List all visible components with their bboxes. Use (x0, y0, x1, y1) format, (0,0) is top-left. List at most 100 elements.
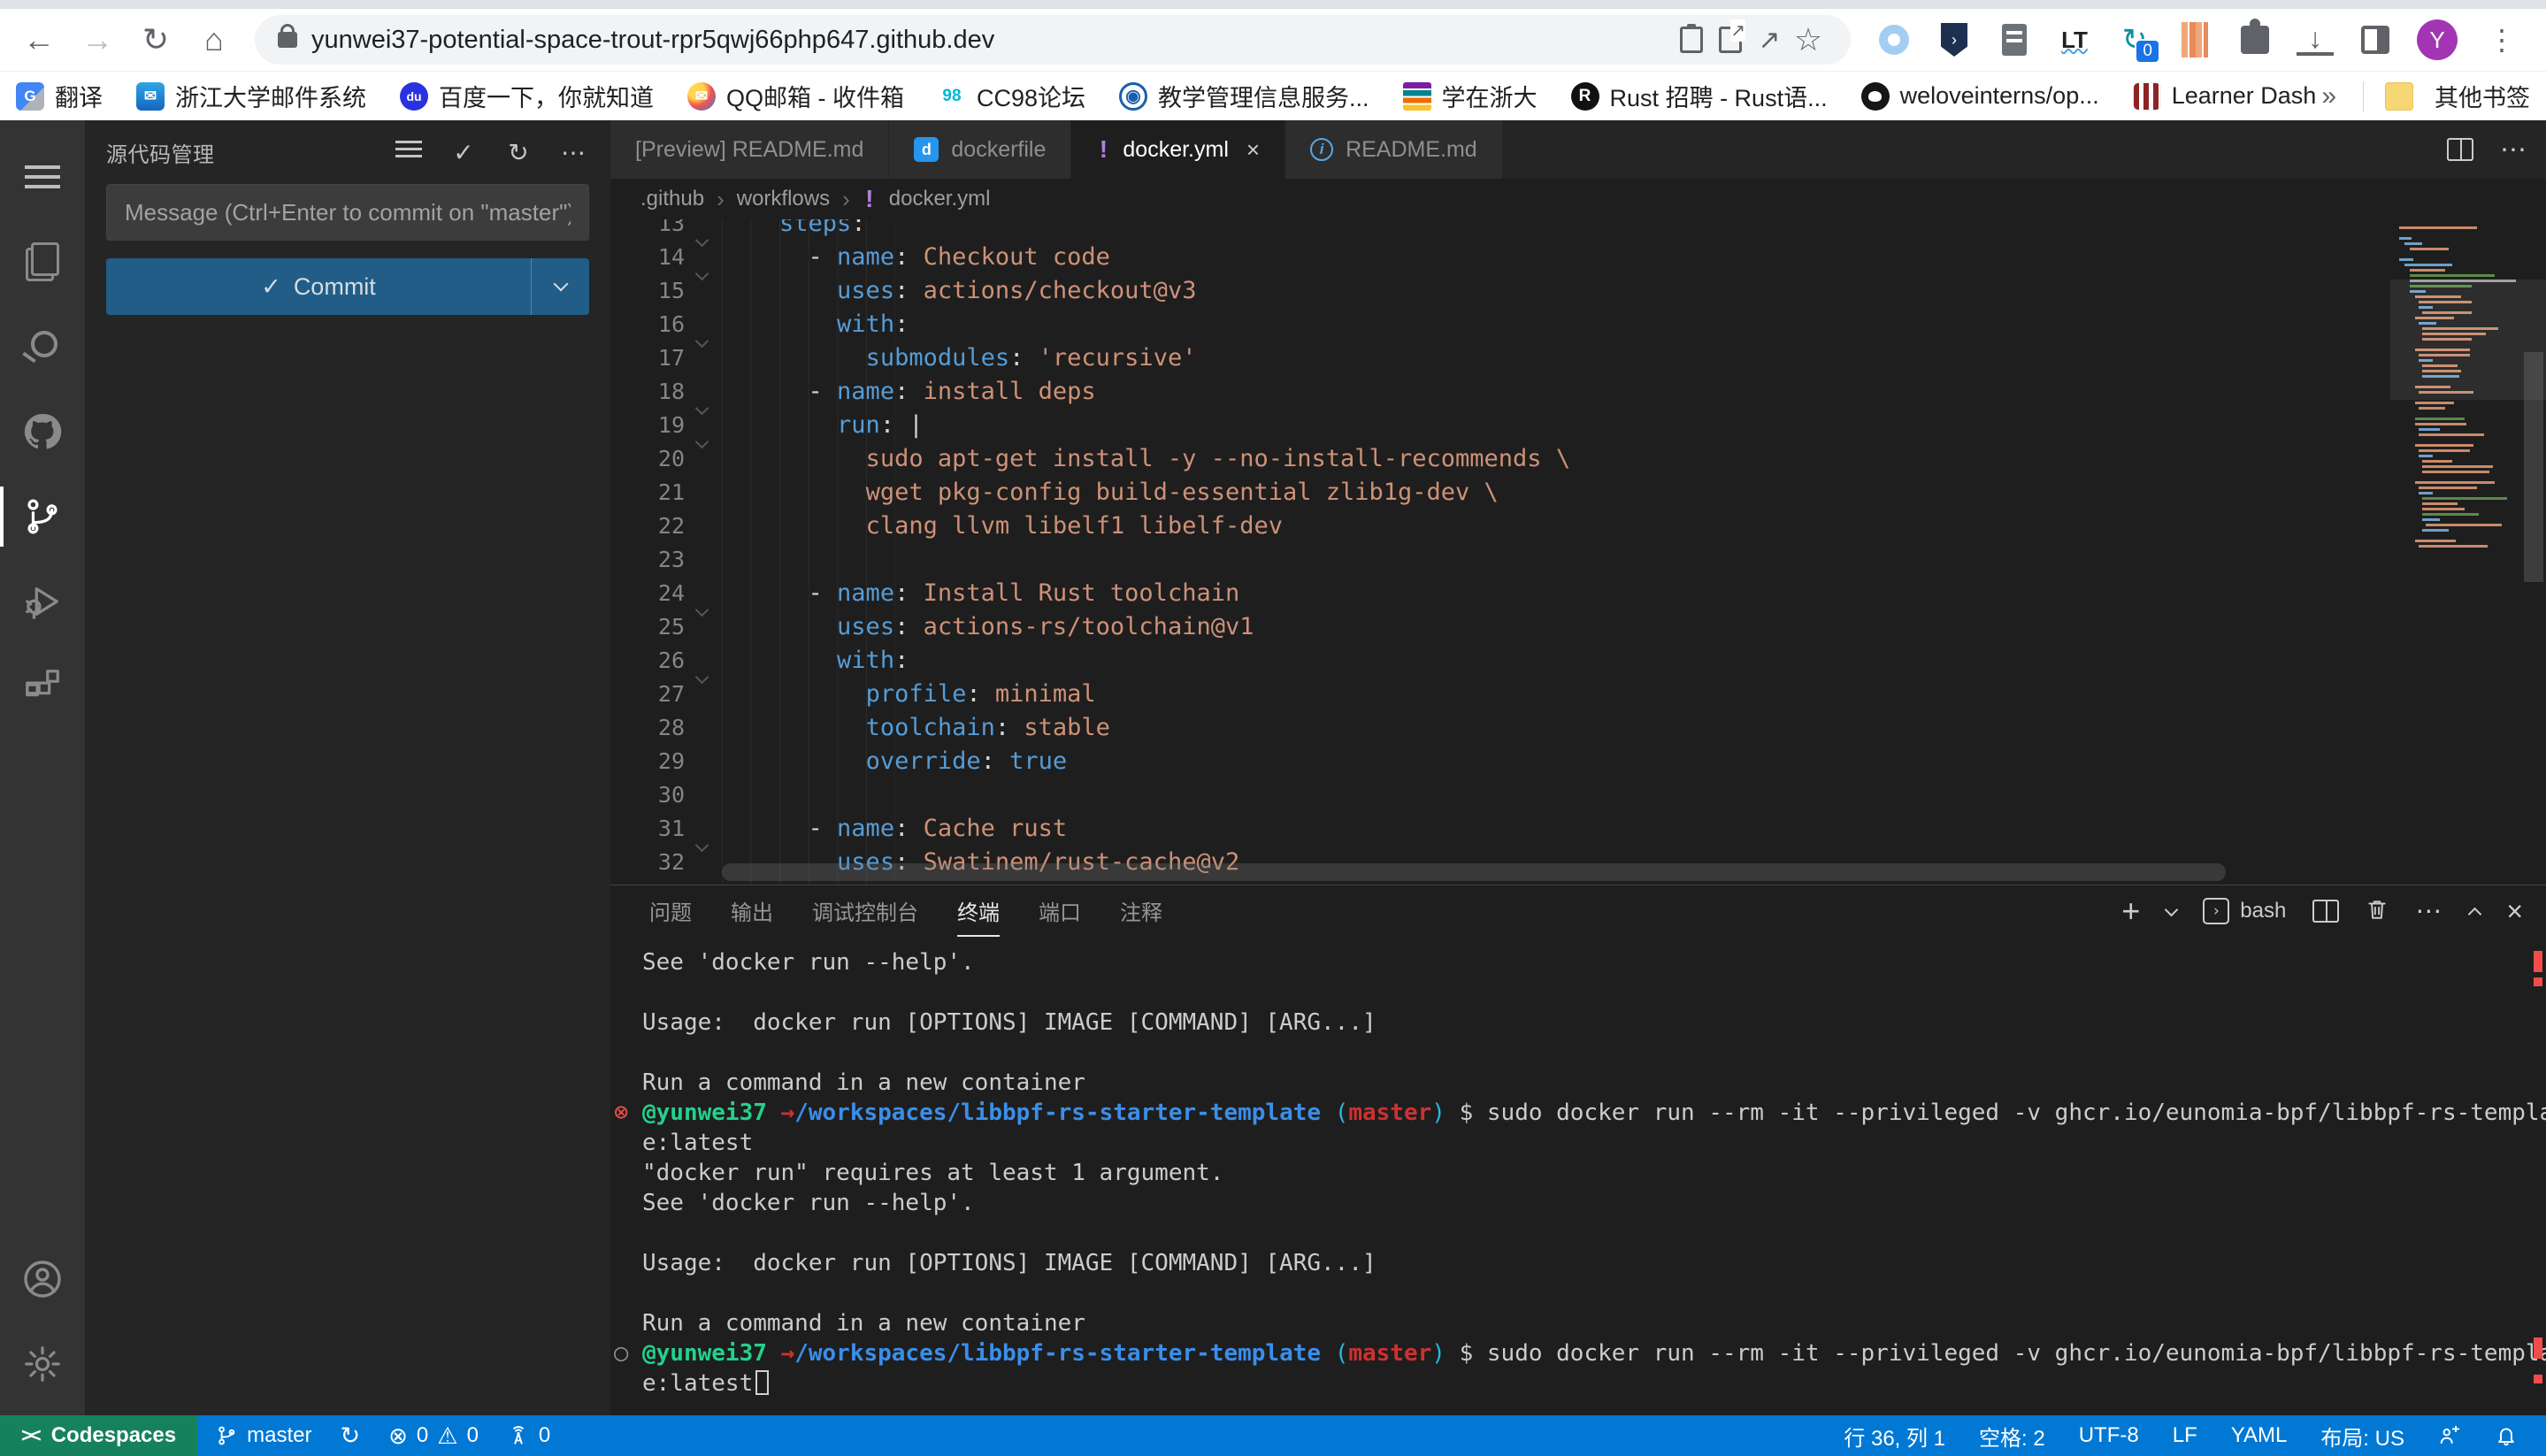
tab-dockerfile[interactable]: dockerfile (889, 120, 1071, 179)
editor-vertical-scrollbar[interactable] (2519, 219, 2546, 885)
commit-button[interactable]: ✓ Commit (106, 258, 589, 315)
remote-indicator[interactable]: >< Codespaces (0, 1415, 197, 1456)
new-terminal-icon[interactable]: + (2121, 893, 2140, 930)
cursor-position[interactable]: 行 36, 列 1 (1831, 1415, 1958, 1456)
profile-avatar[interactable]: Y (2417, 19, 2458, 60)
bookmark-item[interactable]: 教学管理信息服务... (1119, 79, 1369, 113)
tab-preview-readme-md[interactable]: [Preview] README.md (610, 120, 889, 179)
terminal-instance-bash[interactable]: › bash (2203, 898, 2286, 924)
panel-more-actions-icon[interactable]: ⋯ (2415, 896, 2443, 927)
encoding[interactable]: UTF-8 (2067, 1415, 2151, 1456)
panel-tab-4[interactable]: 端口 (1039, 885, 1081, 937)
breadcrumb-item[interactable]: docker.yml (889, 187, 991, 211)
bookmark-label: 翻译 (55, 79, 103, 113)
clipboard-icon[interactable] (1672, 20, 1711, 59)
notifications-bell-icon[interactable] (2482, 1415, 2530, 1456)
keyboard-layout[interactable]: 布局: US (2308, 1415, 2417, 1456)
extension-ring-icon[interactable] (1875, 21, 1913, 58)
lock-icon[interactable] (278, 32, 297, 48)
bookmark-item[interactable]: 百度一下，你就知道 (400, 79, 654, 113)
commit-check-icon[interactable]: ✓ (448, 138, 479, 167)
source-control-sidebar: 源代码管理 ✓ ↻ ⋯ ✓ Commit (85, 120, 610, 1415)
source-control-icon[interactable] (0, 474, 85, 559)
code-editor[interactable]: 13 steps:14 - name: Checkout code15 uses… (610, 219, 2546, 885)
bookmark-star-icon[interactable]: ☆ (1789, 20, 1828, 59)
kill-terminal-icon[interactable] (2366, 898, 2389, 925)
forward-icon[interactable]: → (73, 15, 122, 65)
other-bookmarks-label[interactable]: 其他书签 (2435, 79, 2530, 113)
extensions-icon[interactable] (0, 644, 85, 729)
github-icon[interactable] (0, 389, 85, 474)
breadcrumb-item[interactable]: .github (640, 187, 704, 211)
panel-tab-2[interactable]: 调试控制台 (812, 885, 918, 937)
ports-icon (507, 1424, 530, 1447)
bookmark-label: QQ邮箱 - 收件箱 (726, 79, 904, 113)
commit-dropdown-button[interactable] (531, 258, 589, 315)
extension-pencils-icon[interactable] (2176, 21, 2213, 58)
panel-tab-1[interactable]: 输出 (731, 885, 773, 937)
terminal-line: See 'docker run --help'. (642, 1188, 2546, 1218)
feedback-icon[interactable] (2426, 1415, 2473, 1456)
menu-icon[interactable] (0, 134, 85, 219)
extension-sync-icon[interactable]: ↻0 (2116, 21, 2153, 58)
bookmark-item[interactable]: 学在浙大 (1403, 79, 1538, 113)
baidu-icon (400, 82, 428, 111)
extension-notes-icon[interactable] (1996, 21, 2033, 58)
downloads-icon[interactable]: ↓ (2297, 24, 2334, 56)
tab-readme-md[interactable]: README.md (1285, 120, 1503, 179)
editor-horizontal-scrollbar[interactable] (722, 863, 2226, 881)
panel-tab-5[interactable]: 注释 (1120, 885, 1162, 937)
bookmark-item[interactable]: 浙江大学邮件系统 (136, 79, 366, 113)
extensions-puzzle-icon[interactable] (2236, 21, 2274, 58)
status-bar: >< Codespaces master ↻ ⊗ 0 ⚠ 0 (0, 1415, 2546, 1456)
code-line: 20 sudo apt-get install -y --no-install-… (610, 442, 2369, 476)
panel-tab-3[interactable]: 终端 (957, 885, 1000, 937)
close-panel-icon[interactable]: × (2506, 895, 2523, 928)
split-terminal-icon[interactable] (2312, 900, 2339, 923)
problems-status[interactable]: ⊗ 0 ⚠ 0 (376, 1415, 491, 1456)
reload-icon[interactable]: ↻ (131, 15, 180, 65)
refresh-icon[interactable]: ↻ (502, 138, 534, 167)
language-mode[interactable]: YAML (2219, 1415, 2300, 1456)
address-bar[interactable]: yunwei37-potential-space-trout-rpr5qwj66… (255, 15, 1851, 65)
bookmark-item[interactable]: weloveinterns/op... (1861, 82, 2099, 111)
bookmark-item[interactable]: CC98论坛 (938, 79, 1085, 113)
bookmarks-overflow-icon[interactable]: » (2316, 81, 2342, 111)
bookmark-item[interactable]: 翻译 (16, 79, 103, 113)
extension-languagetool-icon[interactable]: LT (2056, 21, 2093, 58)
branch-status[interactable]: master (203, 1415, 324, 1456)
commit-message-input[interactable] (106, 184, 589, 241)
explorer-icon[interactable] (0, 219, 85, 304)
share-icon[interactable]: ↗ (1750, 20, 1789, 59)
sync-status[interactable]: ↻ (327, 1415, 372, 1456)
minimap[interactable] (2396, 223, 2516, 771)
sidebar-toggle-icon[interactable] (2357, 21, 2394, 58)
search-icon[interactable] (0, 304, 85, 389)
run-debug-icon[interactable] (0, 559, 85, 644)
bookmark-item[interactable]: Rust 招聘 - Rust语... (1571, 79, 1828, 113)
breadcrumb-item[interactable]: workflows (737, 187, 830, 211)
bookmark-item[interactable]: Learner Dashboar... (2133, 82, 2317, 111)
open-in-new-icon[interactable] (1711, 20, 1750, 59)
ports-status[interactable]: 0 (495, 1415, 563, 1456)
bookmark-item[interactable]: QQ邮箱 - 收件箱 (687, 79, 904, 113)
launch-profile-chevron-icon[interactable] (2165, 902, 2179, 916)
settings-gear-icon[interactable] (0, 1322, 85, 1406)
back-icon[interactable]: ← (14, 15, 64, 65)
indentation[interactable]: 空格: 2 (1967, 1415, 2058, 1456)
extension-shield-icon[interactable]: › (1936, 21, 1973, 58)
eol-sequence[interactable]: LF (2160, 1415, 2210, 1456)
panel-tab-0[interactable]: 问题 (649, 885, 692, 937)
browser-menu-icon[interactable]: ⋮ (2481, 23, 2523, 57)
terminal[interactable]: See 'docker run --help'.Usage: docker ru… (610, 937, 2546, 1415)
view-as-list-icon[interactable] (393, 138, 425, 166)
split-editor-icon[interactable] (2447, 138, 2473, 161)
more-actions-icon[interactable]: ⋯ (557, 138, 589, 167)
tab-docker-yml[interactable]: docker.yml× (1071, 120, 1285, 179)
editor-more-actions-icon[interactable]: ⋯ (2500, 134, 2528, 165)
account-icon[interactable] (0, 1237, 85, 1322)
maximize-panel-icon[interactable] (2468, 907, 2482, 921)
close-icon[interactable]: × (1246, 136, 1260, 164)
line-number: 25 (610, 610, 685, 644)
home-icon[interactable]: ⌂ (189, 15, 239, 65)
